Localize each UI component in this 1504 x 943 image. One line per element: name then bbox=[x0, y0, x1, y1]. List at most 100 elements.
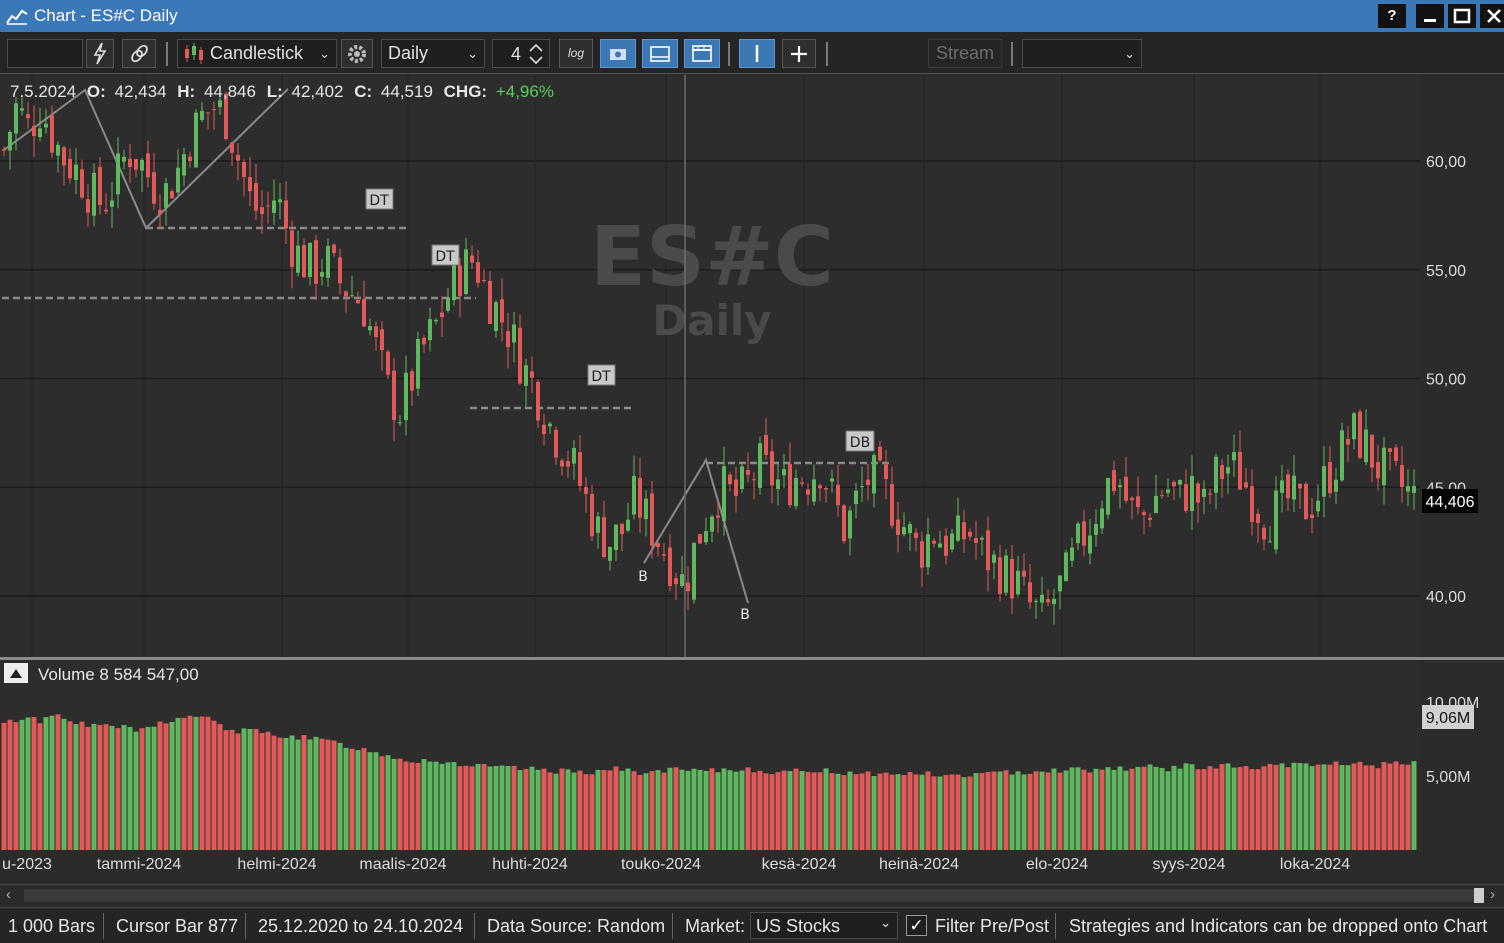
candle-body bbox=[902, 527, 906, 535]
filter-pre-post-checkbox[interactable]: ✓ bbox=[906, 915, 927, 936]
candle-body bbox=[554, 429, 558, 458]
market-select[interactable]: US Stocks ⌄ bbox=[750, 912, 898, 939]
candle-body bbox=[1166, 489, 1170, 493]
candle-body bbox=[1250, 486, 1254, 522]
snapshot-button[interactable] bbox=[600, 39, 636, 68]
volume-bar bbox=[643, 773, 649, 850]
candle-body bbox=[1310, 514, 1314, 518]
window-titlebar: Chart - ES#C Daily ? bbox=[0, 0, 1504, 32]
volume-bar bbox=[13, 722, 19, 850]
chevron-down-icon: ⌄ bbox=[319, 46, 330, 61]
minimize-icon bbox=[1424, 19, 1436, 22]
candle-body bbox=[356, 300, 360, 304]
stream-button[interactable]: Stream bbox=[928, 39, 1002, 68]
stepper-arrows-icon[interactable] bbox=[525, 40, 547, 67]
candle-body bbox=[182, 154, 186, 176]
volume-bar bbox=[247, 729, 253, 850]
volume-bar bbox=[757, 770, 763, 850]
candle-body bbox=[572, 447, 576, 464]
candle-body bbox=[992, 554, 996, 563]
candle-body bbox=[110, 200, 114, 207]
candle-body bbox=[968, 531, 972, 537]
candle-body bbox=[1070, 547, 1074, 561]
volume-bar bbox=[1381, 762, 1387, 850]
candle-body bbox=[1352, 413, 1356, 440]
candle-body bbox=[512, 324, 516, 343]
interval-count-stepper[interactable]: 4 bbox=[492, 39, 550, 68]
symbol-input[interactable] bbox=[7, 39, 83, 68]
candle-body bbox=[434, 319, 438, 322]
candle-body bbox=[122, 156, 126, 162]
candle-body bbox=[1400, 465, 1404, 487]
time-axis[interactable] bbox=[0, 850, 1504, 883]
candle-body bbox=[614, 524, 618, 551]
volume-bar bbox=[1399, 764, 1405, 850]
volume-bar bbox=[733, 771, 739, 850]
candle-body bbox=[350, 295, 354, 297]
candle-body bbox=[1046, 599, 1050, 603]
status-bar: 1 000 Bars Cursor Bar 877 25.12.2020 to … bbox=[0, 907, 1504, 943]
volume-bar bbox=[373, 752, 379, 850]
minimize-button[interactable] bbox=[1416, 4, 1444, 28]
chart-style-select[interactable]: Candlestick ⌄ bbox=[177, 39, 337, 68]
cursor-line-button[interactable] bbox=[739, 39, 775, 68]
maximize-button[interactable] bbox=[1448, 4, 1476, 28]
volume-bar bbox=[241, 728, 247, 850]
volume-bar bbox=[811, 772, 817, 850]
volume-bar bbox=[781, 770, 787, 850]
chart-style-value: Candlestick bbox=[210, 43, 304, 63]
candle-body bbox=[326, 245, 330, 278]
close-button[interactable] bbox=[1480, 4, 1504, 28]
scroll-left-icon[interactable]: ‹ bbox=[6, 886, 11, 903]
volume-bar bbox=[127, 727, 133, 850]
lightning-button[interactable] bbox=[86, 39, 114, 68]
candle-body bbox=[1292, 475, 1296, 500]
market-value: US Stocks bbox=[756, 916, 841, 936]
candle-body bbox=[632, 475, 636, 515]
volume-bar bbox=[1147, 764, 1153, 850]
volume-bar bbox=[367, 752, 373, 850]
volume-bar bbox=[1267, 763, 1273, 850]
volume-bar bbox=[397, 758, 403, 850]
candle-body bbox=[794, 477, 798, 507]
volume-bar bbox=[205, 716, 211, 850]
settings-button[interactable] bbox=[341, 39, 373, 68]
volume-bar bbox=[301, 735, 307, 850]
link-button[interactable] bbox=[122, 39, 156, 68]
help-button[interactable]: ? bbox=[1378, 4, 1406, 28]
toolbar-separator bbox=[728, 42, 730, 66]
scroll-right-icon[interactable]: › bbox=[1490, 886, 1495, 903]
volume-bar bbox=[361, 748, 367, 850]
log-scale-button[interactable]: log bbox=[559, 39, 593, 68]
volume-bar bbox=[1393, 761, 1399, 850]
interval-select[interactable]: Daily ⌄ bbox=[381, 39, 485, 68]
scroll-thumb[interactable] bbox=[1474, 888, 1484, 903]
volume-bar bbox=[601, 770, 607, 850]
volume-bar bbox=[217, 724, 223, 850]
volume-bar bbox=[517, 770, 523, 850]
horizontal-scrollbar[interactable]: ‹ › bbox=[0, 884, 1504, 906]
candle-body bbox=[896, 519, 900, 535]
scroll-track[interactable] bbox=[24, 889, 1474, 902]
volume-bar bbox=[1231, 767, 1237, 850]
volume-bar bbox=[1051, 768, 1057, 850]
candle-body bbox=[1118, 485, 1122, 488]
candle-body bbox=[1388, 448, 1392, 452]
volume-bar bbox=[73, 724, 79, 850]
window-layout-button[interactable] bbox=[684, 39, 720, 68]
candle-body bbox=[800, 482, 804, 484]
panel-divider[interactable] bbox=[0, 657, 1504, 660]
volume-bar bbox=[181, 717, 187, 850]
candle-body bbox=[884, 464, 888, 480]
data-field-select[interactable]: ⌄ bbox=[1022, 39, 1142, 68]
volume-bar bbox=[37, 723, 43, 850]
candle-body bbox=[1298, 483, 1302, 489]
panel-layout-button[interactable] bbox=[642, 39, 678, 68]
volume-bar bbox=[1189, 764, 1195, 850]
candle-body bbox=[1148, 517, 1152, 521]
chart-area[interactable]: ES#C Daily DT DT DT DB B B 7.5.2024 O: 4… bbox=[0, 75, 1504, 883]
candle-body bbox=[770, 451, 774, 486]
crosshair-button[interactable] bbox=[782, 39, 816, 68]
volume-bar bbox=[445, 762, 451, 850]
candle-body bbox=[1028, 582, 1032, 603]
